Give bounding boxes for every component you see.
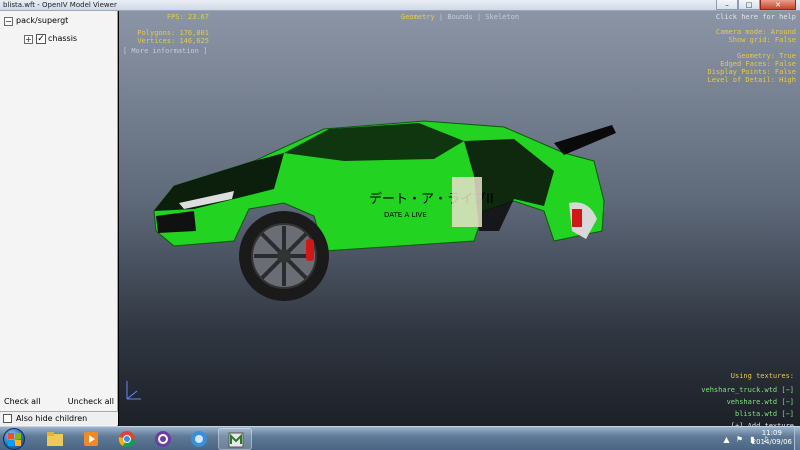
level-of-detail-setting[interactable]: Level of Detail: High [707,76,796,84]
skeleton-mode-tab[interactable]: Skeleton [485,13,519,21]
edged-faces-setting[interactable]: Edged Faces: False [707,60,796,68]
itunes-icon[interactable] [182,428,216,450]
bittorrent-icon[interactable] [146,428,180,450]
fps-readout: FPS: 23.67 [166,13,209,21]
view-settings: Camera mode: Around Show grid: False Geo… [707,28,796,84]
uncheck-all-button[interactable]: Uncheck all [68,395,114,409]
title-bar[interactable]: blista.wft - OpenIV Model Viewer – □ ✕ [0,0,800,11]
expand-icon[interactable]: + [24,34,33,44]
geometry-mode-tab[interactable]: Geometry [401,13,435,21]
show-grid-setting[interactable]: Show grid: False [707,36,796,44]
tree-node-root[interactable]: − pack/supergt [4,15,68,27]
tree-node-label[interactable]: pack/supergt [16,15,68,27]
collapse-icon[interactable]: − [4,16,13,26]
car-decal-sub: DATE A LIVE [384,211,427,219]
help-link[interactable]: Click here for help [716,13,796,21]
clock-time: 11:09 [761,429,782,437]
mode-separator: | [472,13,486,21]
car-rear-wing [554,125,616,155]
geometry-setting[interactable]: Geometry: True [707,52,796,60]
vertices-readout: Vertices: 146,625 [137,37,209,45]
model-tree-panel: − pack/supergt + ✓ chassis Check all Unc… [0,11,118,426]
window-title: blista.wft - OpenIV Model Viewer [3,1,117,9]
texture-item[interactable]: vehshare.wtd [−] [701,398,794,406]
windows-start-icon[interactable] [3,428,25,450]
view-mode-switch: Geometry | Bounds | Skeleton [401,13,519,21]
show-desktop-button[interactable] [794,427,800,450]
openiv-icon[interactable] [218,428,252,450]
clock[interactable]: 11:09 2014/09/06 [752,429,792,447]
check-all-button[interactable]: Check all [4,395,41,409]
textures-list: Using textures: vehshare_truck.wtd [−] v… [701,372,794,430]
chassis-checkbox[interactable]: ✓ [36,34,46,44]
texture-item[interactable]: vehshare_truck.wtd [−] [701,386,794,394]
also-hide-children-option[interactable]: Also hide children [0,411,118,425]
tray-expand-icon[interactable]: ▲ [722,435,731,444]
minimize-button[interactable]: – [716,0,738,10]
car-model[interactable]: デート・ア・ライブII DATE A LIVE [134,91,634,311]
polygons-readout: Polygons: 176,801 [137,29,209,37]
3d-viewport[interactable]: FPS: 23.67 Polygons: 176,801 Vertices: 1… [119,11,800,430]
axis-gizmo [123,377,145,407]
chrome-icon[interactable] [110,428,144,450]
tree-node-chassis[interactable]: + ✓ chassis [24,33,77,45]
texture-item[interactable]: blista.wtd [−] [701,410,794,418]
taskbar: ▲ ⚑ ▮ ♪ 11:09 2014/09/06 [0,426,800,450]
textures-heading: Using textures: [730,372,794,380]
window-controls: – □ ✕ [716,0,796,11]
close-button[interactable]: ✕ [760,0,796,10]
mode-separator: | [434,13,448,21]
panel-buttons: Check all Uncheck all [0,395,118,409]
bounds-mode-tab[interactable]: Bounds [447,13,472,21]
media-player-icon[interactable] [74,428,108,450]
maximize-button[interactable]: □ [738,0,760,10]
more-information-link[interactable]: [ More information ] [123,47,207,55]
explorer-icon[interactable] [38,428,72,450]
also-hide-children-checkbox[interactable] [3,414,12,423]
clock-date: 2014/09/06 [751,438,792,446]
tree-node-label[interactable]: chassis [48,33,77,45]
car-decal-character [452,177,482,227]
flag-icon[interactable]: ⚑ [735,435,744,444]
brake-caliper [306,239,314,261]
render-stats: FPS: 23.67 Polygons: 176,801 Vertices: 1… [119,13,209,45]
also-hide-children-label: Also hide children [16,414,88,423]
camera-mode-setting[interactable]: Camera mode: Around [707,28,796,36]
display-points-setting[interactable]: Display Points: False [707,68,796,76]
